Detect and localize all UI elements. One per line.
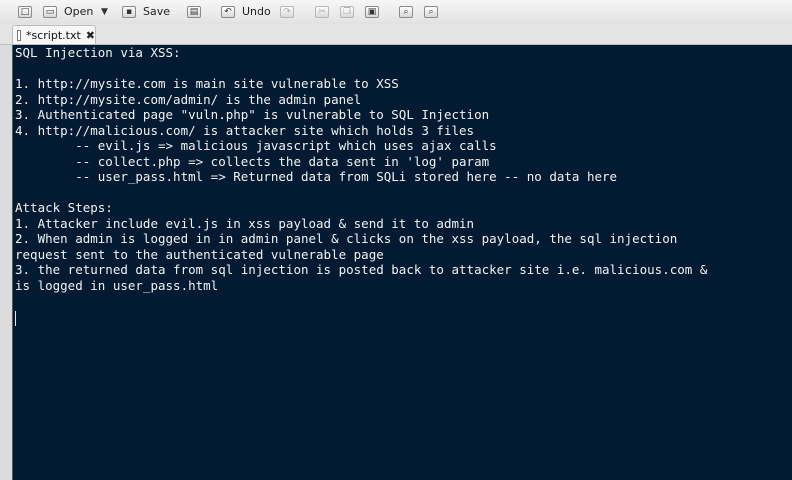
cut-icon: ✂ bbox=[315, 5, 329, 18]
find-replace-icon: ⌕ bbox=[424, 5, 438, 18]
open-button[interactable]: ▭ Open bbox=[43, 3, 93, 20]
tab-title: *script.txt bbox=[25, 28, 81, 42]
left-gutter bbox=[0, 45, 12, 480]
editor-line: request sent to the authenticated vulner… bbox=[15, 247, 384, 262]
save-button[interactable]: ▪ Save bbox=[122, 3, 170, 20]
tab-script-txt[interactable]: *script.txt ✖ bbox=[12, 25, 96, 44]
copy-button[interactable]: ❐ bbox=[340, 3, 354, 20]
editor-line: 3. the returned data from sql injection … bbox=[15, 262, 708, 277]
cut-button[interactable]: ✂ bbox=[315, 3, 329, 20]
document-icon bbox=[17, 29, 21, 41]
undo-icon: ↶ bbox=[221, 5, 235, 18]
redo-icon: ↷ bbox=[280, 5, 294, 18]
tab-bar: *script.txt ✖ bbox=[0, 24, 792, 45]
copy-icon: ❐ bbox=[340, 5, 354, 18]
search-icon: ⌕ bbox=[399, 5, 413, 18]
folder-icon: ▭ bbox=[43, 5, 57, 18]
find-button[interactable]: ⌕ bbox=[399, 3, 413, 20]
editor-line: is logged in user_pass.html bbox=[15, 278, 219, 293]
editor-line: -- evil.js => malicious javascript which… bbox=[15, 138, 497, 153]
editor-line: -- collect.php => collects the data sent… bbox=[15, 154, 490, 169]
redo-button[interactable]: ↷ bbox=[280, 3, 294, 20]
editor-line: 3. Authenticated page "vuln.php" is vuln… bbox=[15, 107, 490, 122]
editor-line: Attack Steps: bbox=[15, 200, 113, 215]
editor-line: 2. When admin is logged in in admin pane… bbox=[15, 231, 678, 246]
text-cursor bbox=[15, 311, 16, 326]
editor-line: 2. http://mysite.com/admin/ is the admin… bbox=[15, 92, 362, 107]
new-document-icon: □ bbox=[18, 5, 32, 18]
editor-line: SQL Injection via XSS: bbox=[15, 45, 181, 60]
toolbar: □ ▭ Open ▼ ▪ Save ▤ ↶ Undo ↷ ✂ ❐ ▣ ⌕ ⌕ bbox=[0, 0, 792, 25]
open-label: Open bbox=[64, 5, 94, 18]
print-icon: ▤ bbox=[187, 5, 201, 18]
print-button[interactable]: ▤ bbox=[187, 3, 201, 20]
open-dropdown-button[interactable]: ▼ bbox=[101, 3, 108, 20]
close-icon[interactable]: ✖ bbox=[86, 29, 95, 42]
editor-line: -- user_pass.html => Returned data from … bbox=[15, 169, 618, 184]
new-button[interactable]: □ bbox=[18, 3, 32, 20]
editor-line: 1. http://mysite.com is main site vulner… bbox=[15, 76, 399, 91]
paste-icon: ▣ bbox=[365, 5, 379, 18]
undo-button[interactable]: ↶ Undo bbox=[221, 3, 271, 20]
undo-label: Undo bbox=[242, 5, 271, 18]
save-icon: ▪ bbox=[122, 5, 136, 18]
save-label: Save bbox=[143, 5, 171, 18]
editor-line: 1. Attacker include evil.js in xss paylo… bbox=[15, 216, 475, 231]
chevron-down-icon: ▼ bbox=[101, 6, 108, 17]
editor-line: 4. http://malicious.com/ is attacker sit… bbox=[15, 123, 475, 138]
paste-button[interactable]: ▣ bbox=[365, 3, 379, 20]
replace-button[interactable]: ⌕ bbox=[424, 3, 438, 20]
text-editor[interactable]: SQL Injection via XSS: 1. http://mysite.… bbox=[12, 45, 792, 480]
